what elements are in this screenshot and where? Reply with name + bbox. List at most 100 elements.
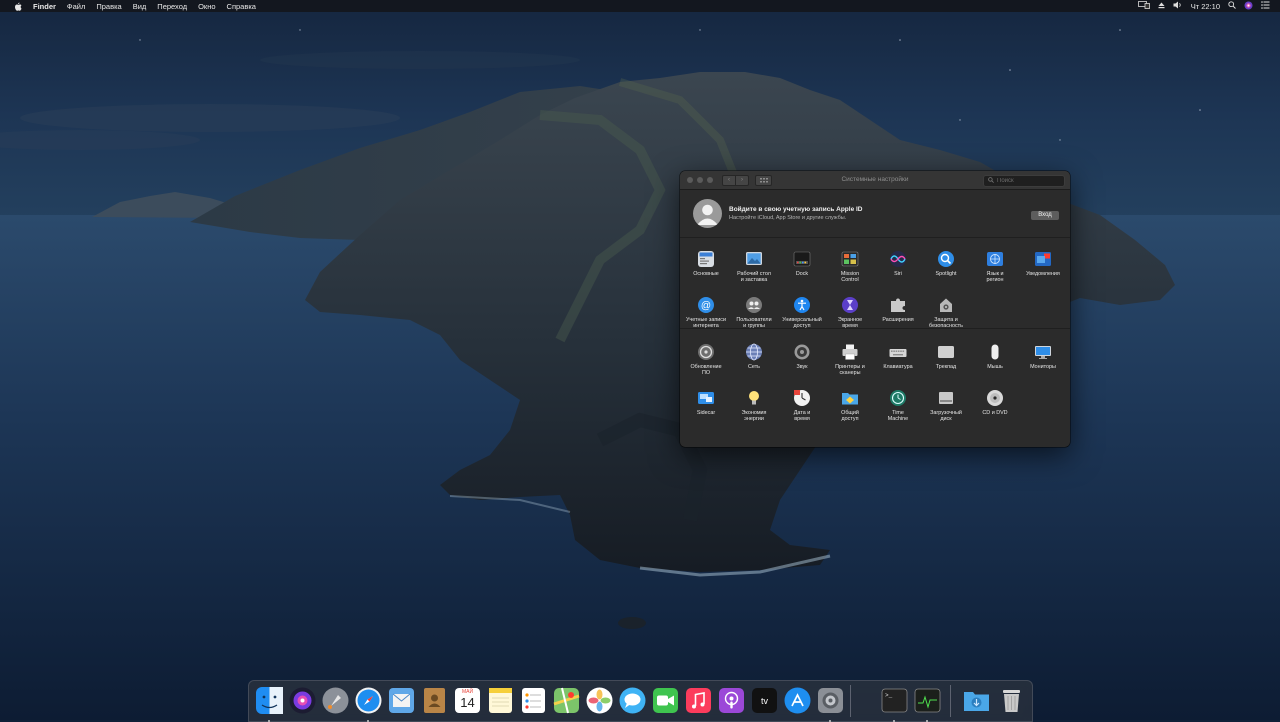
pref-sidecar[interactable]: Sidecar	[682, 389, 730, 416]
svg-text:tv: tv	[761, 696, 769, 706]
minimize-window-button[interactable]	[697, 177, 703, 183]
airplay-display-icon[interactable]	[1137, 1, 1150, 11]
pref-energy-saver[interactable]: Экономия энергии	[730, 389, 778, 423]
siri-icon[interactable]	[1244, 1, 1253, 12]
pref-extensions[interactable]: Расширения	[874, 296, 922, 323]
pref-internet-accounts[interactable]: @ Учетные записи интернета	[682, 296, 730, 330]
pref-mission-control[interactable]: Mission Control	[826, 250, 874, 284]
pref-general[interactable]: Основные	[682, 250, 730, 277]
menu-help[interactable]: Справка	[227, 2, 256, 11]
search-input[interactable]	[997, 178, 1057, 184]
dock-podcasts[interactable]	[717, 686, 746, 715]
pref-language-region[interactable]: Язык и регион	[971, 250, 1019, 284]
menu-go[interactable]: Переход	[157, 2, 187, 11]
pref-label: Основные	[693, 271, 719, 277]
pref-trackpad[interactable]: Трекпад	[922, 343, 970, 370]
sidecar-icon	[697, 389, 715, 407]
dock-music[interactable]	[684, 686, 713, 715]
avatar[interactable]	[693, 199, 722, 228]
dock-maps[interactable]	[552, 686, 581, 715]
energy-saver-icon	[745, 389, 763, 407]
pref-keyboard[interactable]: Клавиатура	[874, 343, 922, 370]
dock-notes[interactable]	[486, 686, 515, 715]
pref-sharing[interactable]: Общий доступ	[826, 389, 874, 423]
app-store-icon	[784, 687, 811, 714]
pref-printers-scanners[interactable]: Принтеры и сканеры	[826, 343, 874, 377]
music-icon	[686, 688, 711, 713]
sign-in-button[interactable]: Вход	[1031, 211, 1059, 220]
menu-edit[interactable]: Правка	[96, 2, 121, 11]
dock-trash[interactable]	[997, 686, 1026, 715]
pref-date-time[interactable]: Дата и время	[778, 389, 826, 423]
language-region-icon	[986, 250, 1004, 268]
pref-software-update[interactable]: Обновление ПО	[682, 343, 730, 377]
reminders-icon	[522, 688, 545, 713]
dock-icon	[793, 250, 811, 268]
menu-clock[interactable]: Чт 22:10	[1191, 2, 1220, 11]
pref-accessibility[interactable]: Универсальный доступ	[778, 296, 826, 330]
dock-reminders[interactable]	[519, 686, 548, 715]
dock-calendar[interactable]: МАЙ 14	[453, 686, 482, 715]
close-window-button[interactable]	[687, 177, 693, 183]
trackpad-icon	[937, 343, 955, 361]
pref-desktop-screensaver[interactable]: Рабочий стол и заставка	[730, 250, 778, 284]
terminal-icon: >_	[881, 688, 908, 713]
pref-cd-dvd[interactable]: CD и DVD	[971, 389, 1019, 416]
pref-dock[interactable]: Dock	[778, 250, 826, 277]
pref-displays[interactable]: Мониторы	[1019, 343, 1067, 370]
desktop-screensaver-icon	[745, 250, 763, 268]
dock-activity-monitor[interactable]	[913, 686, 942, 722]
eject-icon[interactable]	[1158, 2, 1165, 11]
pref-mouse[interactable]: Мышь	[971, 343, 1019, 370]
spotlight-search-icon[interactable]	[1228, 1, 1236, 11]
pref-siri[interactable]: Siri	[874, 250, 922, 277]
pref-notifications[interactable]: Уведомления	[1019, 250, 1067, 277]
dock-app-store[interactable]	[783, 686, 812, 715]
notification-center-icon[interactable]	[1261, 1, 1270, 11]
dock-photos[interactable]	[585, 686, 614, 715]
pref-label: Dock	[795, 271, 809, 277]
back-button[interactable]: ‹	[722, 174, 736, 186]
pref-label: Уведомления	[1026, 271, 1060, 277]
pref-network[interactable]: Сеть	[730, 343, 778, 370]
dock-safari[interactable]	[354, 686, 383, 722]
security-privacy-icon	[937, 296, 955, 314]
zoom-window-button[interactable]	[707, 177, 713, 183]
forward-button[interactable]: ›	[736, 174, 749, 186]
pref-screen-time[interactable]: Экранное время	[826, 296, 874, 330]
pref-label: Экранное время	[837, 317, 863, 330]
menu-view[interactable]: Вид	[133, 2, 147, 11]
pref-label: Экономия энергии	[741, 410, 767, 423]
pref-time-machine[interactable]: Time Machine	[874, 389, 922, 423]
search-field[interactable]	[983, 175, 1065, 187]
dock-launchpad[interactable]	[321, 686, 350, 715]
menu-window[interactable]: Окно	[198, 2, 215, 11]
pref-security-privacy[interactable]: Защита и безопасность	[922, 296, 970, 330]
dock-finder[interactable]	[255, 686, 284, 722]
dock-messages[interactable]	[618, 686, 647, 715]
menu-file[interactable]: Файл	[67, 2, 85, 11]
messages-icon	[619, 687, 646, 714]
window-titlebar[interactable]: ‹ › Системные настройки	[680, 171, 1070, 190]
internet-accounts-icon: @	[697, 296, 715, 314]
dock-facetime[interactable]	[651, 686, 680, 715]
pref-users-groups[interactable]: Пользователи и группы	[730, 296, 778, 330]
dock-contacts[interactable]	[420, 686, 449, 715]
dock-system-preferences[interactable]	[816, 686, 845, 722]
dock-mail[interactable]	[387, 686, 416, 715]
dock-downloads[interactable]	[962, 686, 991, 715]
date-time-icon	[793, 389, 811, 407]
pref-startup-disk[interactable]: Загрузочный диск	[922, 389, 970, 423]
pref-sound[interactable]: Звук	[778, 343, 826, 370]
tv-icon: tv	[752, 688, 777, 713]
show-all-grid-button[interactable]	[755, 174, 772, 186]
pref-label: Клавиатура	[883, 364, 913, 370]
menu-app-finder[interactable]: Finder	[33, 2, 56, 11]
spotlight-icon	[937, 250, 955, 268]
pref-spotlight[interactable]: Spotlight	[922, 250, 970, 277]
dock-siri[interactable]	[288, 686, 317, 715]
apple-menu-icon[interactable]	[12, 2, 24, 11]
volume-icon[interactable]	[1173, 1, 1183, 11]
dock-terminal[interactable]: >_	[880, 686, 909, 722]
dock-tv[interactable]: tv	[750, 686, 779, 715]
